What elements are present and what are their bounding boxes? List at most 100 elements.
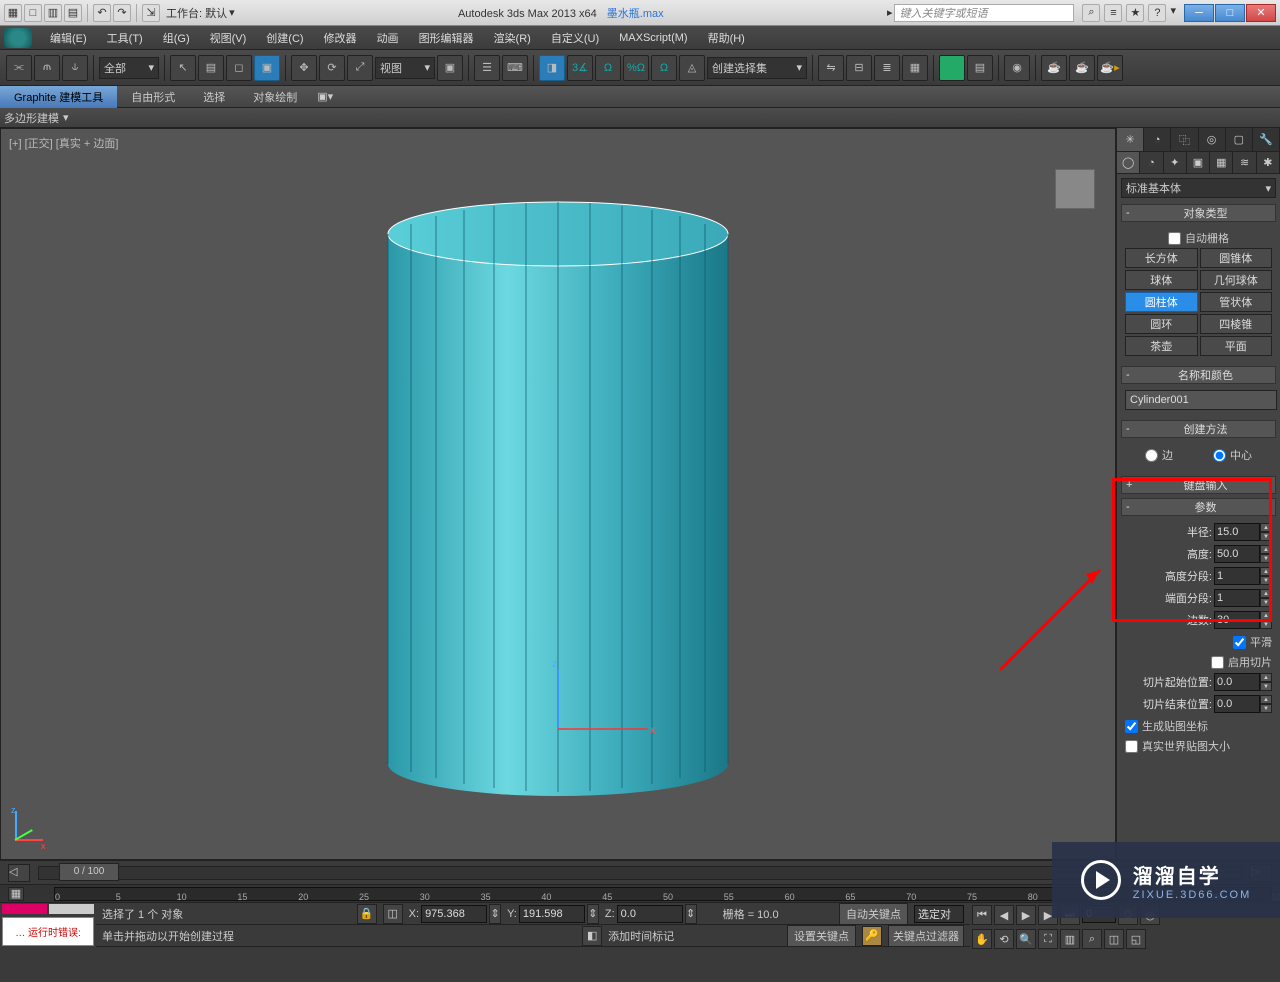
lock-selection-icon[interactable]: 🔒 — [357, 904, 377, 924]
link-icon[interactable]: ⇲ — [142, 4, 160, 22]
new-icon[interactable]: □ — [24, 4, 42, 22]
height-up-icon[interactable]: ▲ — [1260, 545, 1272, 554]
sides-down-icon[interactable]: ▼ — [1260, 620, 1272, 629]
maximize-viewport-icon[interactable]: ◫ — [1104, 929, 1124, 949]
slice-to-input[interactable] — [1214, 695, 1260, 713]
menu-group[interactable]: 组(G) — [153, 26, 200, 50]
rotate-tool-icon[interactable]: ⟳ — [319, 55, 345, 81]
spinner-snap-icon[interactable]: %Ω — [623, 55, 649, 81]
cylinder-object[interactable]: x z — [338, 174, 778, 814]
timetag-icon[interactable]: ◧ — [582, 926, 602, 946]
named-sel-dropdown[interactable]: 创建选择集▾ — [707, 57, 807, 79]
autogrid-checkbox[interactable] — [1168, 232, 1181, 245]
keyboard-shortcut-icon[interactable]: ⌨ — [502, 55, 528, 81]
timeline-left-icon[interactable]: ◁ — [8, 864, 30, 882]
pivot-center-icon[interactable]: ▣ — [437, 55, 463, 81]
menu-tools[interactable]: 工具(T) — [97, 26, 153, 50]
link-tool-icon[interactable]: ⫘ — [6, 55, 32, 81]
primitive-5-button[interactable]: 管状体 — [1200, 292, 1273, 312]
render-frame-icon[interactable]: ☕ — [1069, 55, 1095, 81]
favorites-icon[interactable]: ★ — [1126, 4, 1144, 22]
keyfilter-button[interactable]: 关键点过滤器 — [888, 925, 964, 947]
percent-snap-icon[interactable]: Ω — [595, 55, 621, 81]
rollout-keyboard-entry[interactable]: +键盘输入 — [1121, 476, 1276, 494]
primitive-0-button[interactable]: 长方体 — [1125, 248, 1198, 268]
zoom-icon[interactable]: 🔍 — [1016, 929, 1036, 949]
snap-toggle-icon[interactable]: Ω — [651, 55, 677, 81]
minimize-button[interactable]: ─ — [1184, 4, 1214, 22]
viewport-label[interactable]: [+] [正交] [真实 + 边面] — [9, 135, 118, 151]
unlink-tool-icon[interactable]: ⫙ — [34, 55, 60, 81]
move-tool-icon[interactable]: ✥ — [291, 55, 317, 81]
lights-subtab[interactable]: ✦ — [1164, 152, 1187, 173]
selection-filter-dropdown[interactable]: 全部▾ — [99, 57, 159, 79]
category-dropdown[interactable]: 标准基本体▾ — [1121, 178, 1276, 198]
rollout-parameters[interactable]: -参数 — [1121, 498, 1276, 516]
setkey-icon[interactable]: 🔑 — [862, 926, 882, 946]
real-world-checkbox[interactable] — [1125, 740, 1138, 753]
sides-input[interactable] — [1214, 611, 1260, 629]
slice-on-checkbox[interactable] — [1211, 656, 1224, 669]
primitive-9-button[interactable]: 平面 — [1200, 336, 1273, 356]
capseg-input[interactable] — [1214, 589, 1260, 607]
heightseg-input[interactable] — [1214, 567, 1260, 585]
curve-editor-icon[interactable] — [939, 55, 965, 81]
search-icon[interactable]: ⌕ — [1082, 4, 1100, 22]
ribbon-expand-icon[interactable]: ▣▾ — [315, 90, 335, 103]
bind-tool-icon[interactable]: ⫝ — [62, 55, 88, 81]
radius-down-icon[interactable]: ▼ — [1260, 532, 1272, 541]
height-input[interactable] — [1214, 545, 1260, 563]
workspace-dropdown[interactable]: 工作台: 默认 — [166, 5, 227, 21]
layer-explorer-icon[interactable]: ▦ — [902, 55, 928, 81]
abs-transform-icon[interactable]: ◫ — [383, 904, 403, 924]
time-thumb[interactable]: 0 / 100 — [59, 863, 119, 881]
viewcube-icon[interactable] — [1055, 169, 1095, 209]
maxscript-error[interactable]: … 运行时错误: — [2, 917, 94, 946]
material-editor-icon[interactable]: ◉ — [1004, 55, 1030, 81]
capseg-down-icon[interactable]: ▼ — [1260, 598, 1272, 607]
scale-tool-icon[interactable]: ⤢ — [347, 55, 373, 81]
primitive-8-button[interactable]: 茶壶 — [1125, 336, 1198, 356]
menu-animation[interactable]: 动画 — [367, 26, 409, 50]
layers-icon[interactable]: ≣ — [874, 55, 900, 81]
gen-uv-checkbox[interactable] — [1125, 720, 1138, 733]
mirror-icon[interactable]: ⇋ — [818, 55, 844, 81]
goto-start-icon[interactable]: ⏮ — [972, 905, 992, 925]
pan-icon[interactable]: ✋ — [972, 929, 992, 949]
render-setup-icon[interactable]: ☕ — [1041, 55, 1067, 81]
height-down-icon[interactable]: ▼ — [1260, 554, 1272, 563]
menu-create[interactable]: 创建(C) — [256, 26, 313, 50]
setkey-button[interactable]: 设置关键点 — [787, 925, 856, 947]
radius-up-icon[interactable]: ▲ — [1260, 523, 1272, 532]
min-max-icon[interactable]: ◱ — [1126, 929, 1146, 949]
capseg-up-icon[interactable]: ▲ — [1260, 589, 1272, 598]
open-icon[interactable]: ▥ — [44, 4, 62, 22]
render-prod-icon[interactable]: ☕▸ — [1097, 55, 1123, 81]
menu-rendering[interactable]: 渲染(R) — [484, 26, 541, 50]
app-menu-icon[interactable]: ▦ — [4, 4, 22, 22]
sides-up-icon[interactable]: ▲ — [1260, 611, 1272, 620]
primitive-7-button[interactable]: 四棱锥 — [1200, 314, 1273, 334]
app-logo-icon[interactable] — [4, 28, 32, 48]
smooth-checkbox[interactable] — [1233, 636, 1246, 649]
center-radio[interactable] — [1213, 449, 1226, 462]
cameras-subtab[interactable]: ▣ — [1187, 152, 1210, 173]
viewport[interactable]: [+] [正交] [真实 + 边面] — [0, 128, 1116, 860]
prev-frame-icon[interactable]: ◀ — [994, 905, 1014, 925]
rect-select-icon[interactable]: ◻ — [226, 55, 252, 81]
zoom-region-icon[interactable]: ⌕ — [1082, 929, 1102, 949]
ribbon-subheader[interactable]: 多边形建模 — [4, 110, 59, 126]
track-toggle-icon[interactable]: ▦ — [8, 887, 24, 901]
rollout-name-color[interactable]: -名称和颜色 — [1121, 366, 1276, 384]
zoom-extents-icon[interactable]: ⛶ — [1038, 929, 1058, 949]
menu-views[interactable]: 视图(V) — [200, 26, 257, 50]
geometry-subtab[interactable]: ◯ — [1117, 152, 1140, 173]
fov-icon[interactable]: ▥ — [1060, 929, 1080, 949]
rollout-create-method[interactable]: -创建方法 — [1121, 420, 1276, 438]
close-button[interactable]: ✕ — [1246, 4, 1276, 22]
primitive-3-button[interactable]: 几何球体 — [1200, 270, 1273, 290]
ribbon-freeform-tab[interactable]: 自由形式 — [117, 86, 189, 108]
modify-panel-tab[interactable]: ◔ — [1144, 128, 1171, 151]
manipulate-icon[interactable]: ☰ — [474, 55, 500, 81]
help-icon[interactable]: ? — [1148, 4, 1166, 22]
